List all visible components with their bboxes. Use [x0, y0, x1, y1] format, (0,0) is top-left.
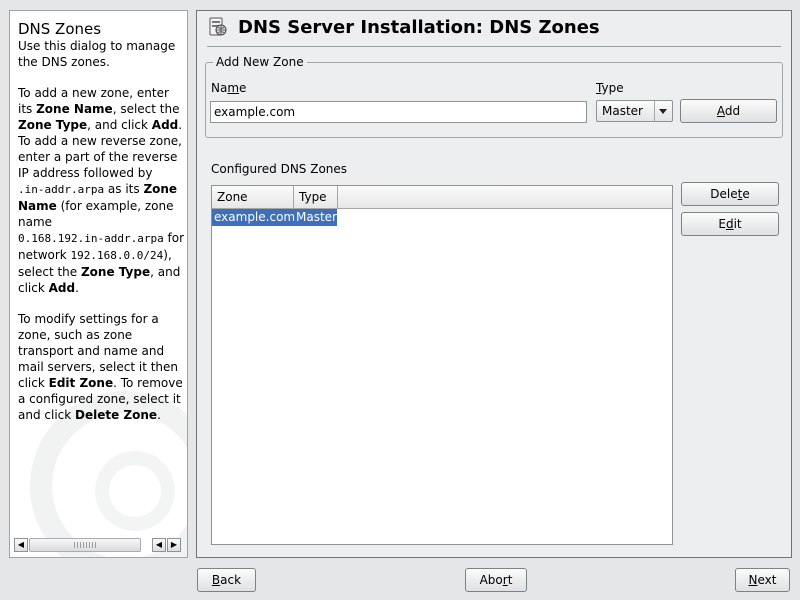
zone-name-input[interactable] — [210, 101, 587, 123]
help-text: DNS Zones Use this dialog to manage the … — [18, 20, 186, 438]
delete-button[interactable]: Delete — [681, 182, 779, 206]
grip-icon — [74, 542, 96, 548]
zone-type-select[interactable]: Master — [596, 100, 673, 122]
next-button[interactable]: Next — [735, 568, 790, 592]
help-pane: DNS Zones Use this dialog to manage the … — [9, 10, 188, 558]
add-button[interactable]: Add — [680, 99, 777, 123]
abort-button[interactable]: Abort — [465, 568, 527, 592]
title-divider — [207, 46, 781, 47]
help-horizontal-scrollbar[interactable]: ◀ ◀ ▶ — [14, 538, 184, 552]
column-header-type[interactable]: Type — [294, 186, 338, 208]
dropdown-button[interactable] — [654, 101, 672, 121]
watermark-decoration-inner — [95, 451, 175, 531]
cell-zone: example.com — [214, 210, 296, 224]
scroll-right-icon[interactable]: ▶ — [167, 538, 181, 552]
dns-server-icon — [209, 17, 227, 36]
zones-table[interactable]: Zone Type example.com Master — [211, 185, 673, 545]
table-row[interactable]: example.com Master — [212, 209, 337, 226]
add-new-zone-legend: Add New Zone — [213, 55, 307, 69]
table-header: Zone Type — [212, 186, 672, 209]
edit-button[interactable]: Edit — [681, 212, 779, 236]
main-pane: DNS Server Installation: DNS Zones Add N… — [196, 10, 792, 558]
help-paragraph-1: Use this dialog to manage the DNS zones. — [18, 39, 176, 69]
help-paragraph-2: To add a new zone, enter its Zone Name, … — [18, 86, 185, 295]
chevron-down-icon — [659, 109, 667, 114]
column-header-zone[interactable]: Zone — [212, 186, 294, 208]
help-title: DNS Zones — [18, 20, 102, 38]
type-label: Type — [596, 81, 624, 95]
scroll-left-icon-2[interactable]: ◀ — [152, 538, 166, 552]
configured-zones-label: Configured DNS Zones — [211, 162, 348, 176]
back-button[interactable]: Back — [197, 568, 256, 592]
scrollbar-thumb[interactable] — [29, 538, 141, 552]
help-paragraph-3: To modify settings for a zone, such as z… — [18, 312, 183, 422]
scroll-left-icon[interactable]: ◀ — [14, 538, 28, 552]
zone-type-value: Master — [602, 104, 643, 118]
page-title: DNS Server Installation: DNS Zones — [238, 17, 600, 38]
cell-type: Master — [296, 210, 337, 224]
name-label: Name — [211, 81, 247, 95]
